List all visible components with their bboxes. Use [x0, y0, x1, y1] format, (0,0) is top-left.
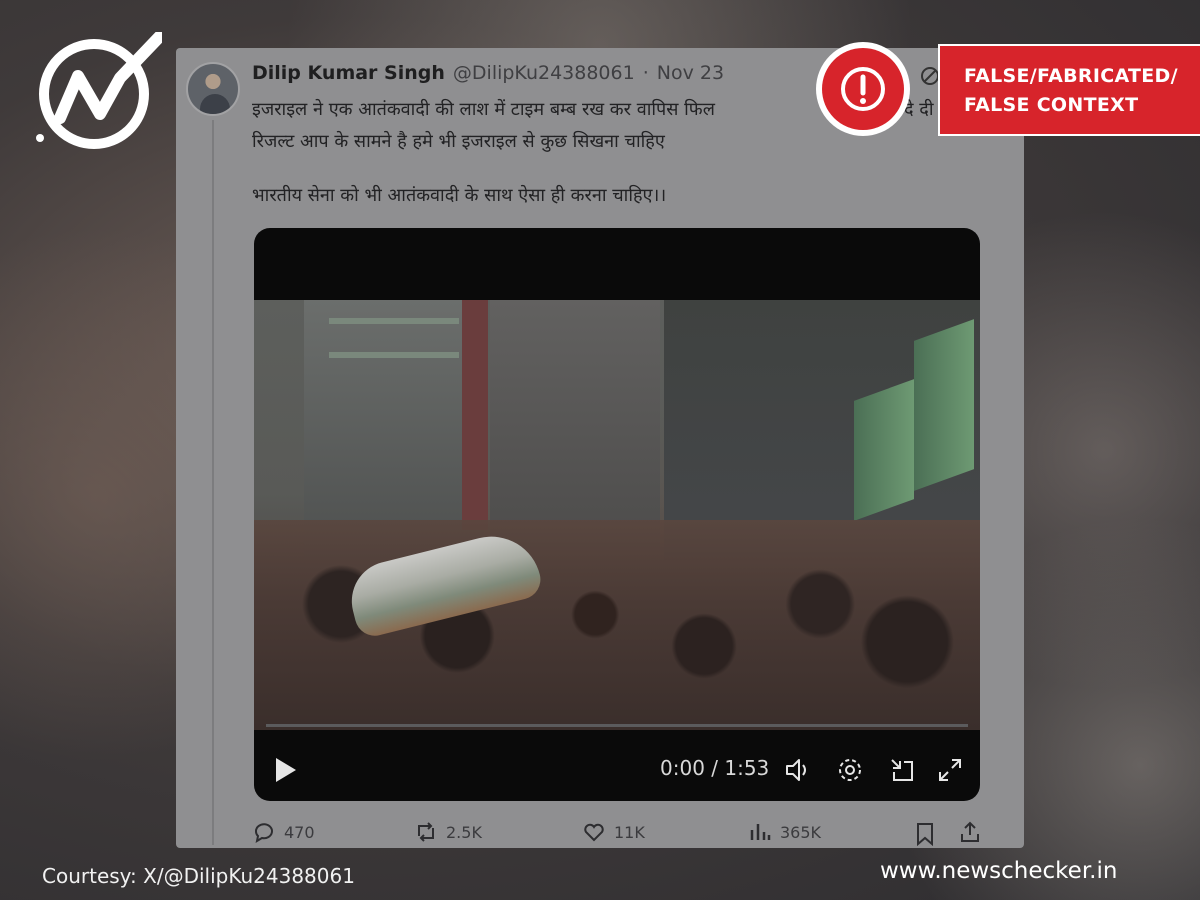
verdict-label: FALSE/FABRICATED/ FALSE CONTEXT — [938, 44, 1200, 136]
newschecker-logo-icon — [36, 32, 162, 149]
tweet-text-line: भारतीय सेना को भी आतंकवादी के साथ ऐसा ही… — [252, 185, 667, 206]
tweet-header: Dilip Kumar Singh @DilipKu24388061 · Nov… — [252, 62, 724, 86]
heart-icon — [584, 823, 604, 842]
volume-icon[interactable] — [784, 756, 812, 784]
author-name[interactable]: Dilip Kumar Singh — [252, 62, 445, 84]
separator-dot: · — [642, 62, 649, 84]
verdict-line: FALSE/FABRICATED/ — [964, 65, 1178, 87]
repost-button[interactable]: 2.5K — [414, 820, 482, 844]
fullscreen-icon[interactable] — [936, 756, 964, 784]
tweet-actions: 470 2.5K 11K 365K — [252, 818, 992, 848]
avatar[interactable] — [186, 62, 240, 116]
reply-button[interactable]: 470 — [252, 820, 315, 844]
reply-count: 470 — [284, 822, 315, 842]
repost-count: 2.5K — [446, 822, 482, 842]
bookmark-icon[interactable] — [914, 822, 936, 846]
video-controls: 0:00 / 1:53 — [254, 738, 980, 801]
play-icon[interactable] — [274, 756, 298, 784]
exclamation-icon — [841, 67, 885, 111]
views-icon — [750, 824, 771, 840]
video-time: 0:00 / 1:53 — [660, 756, 770, 780]
verdict-line: FALSE CONTEXT — [964, 94, 1139, 116]
minimize-icon[interactable] — [888, 756, 916, 784]
tweet-date[interactable]: Nov 23 — [657, 62, 724, 84]
author-handle[interactable]: @DilipKu24388061 — [453, 62, 635, 84]
thread-line — [212, 120, 214, 845]
video-progress-bar[interactable] — [266, 724, 968, 727]
video-frame — [254, 300, 980, 730]
site-url: www.newschecker.in — [880, 858, 1118, 884]
courtesy-credit: Courtesy: X/@DilipKu24388061 — [42, 864, 355, 888]
reply-icon — [255, 823, 273, 844]
share-icon[interactable] — [958, 820, 982, 844]
gear-icon[interactable] — [836, 756, 864, 784]
like-button[interactable]: 11K — [582, 820, 645, 844]
repost-icon — [418, 822, 434, 842]
views-count: 365K — [780, 822, 822, 842]
views-button[interactable]: 365K — [748, 820, 821, 844]
alert-badge — [816, 42, 910, 136]
video-player[interactable]: 0:00 / 1:53 — [254, 228, 980, 801]
like-count: 11K — [614, 822, 645, 842]
